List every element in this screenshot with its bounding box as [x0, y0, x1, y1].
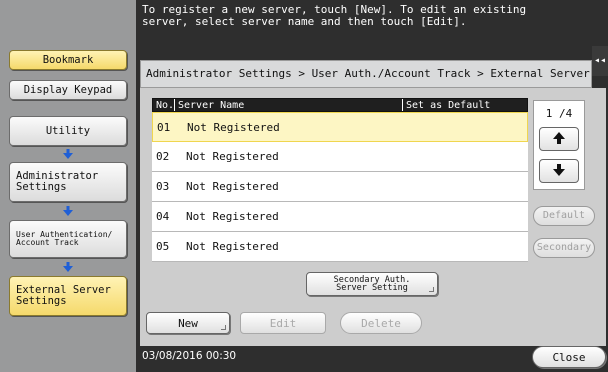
edit-button[interactable]: Edit [240, 312, 326, 334]
row-number: 02 [156, 150, 170, 163]
delete-label: Delete [361, 316, 401, 330]
secondary-auth-label: Secondary Auth. Server Setting [333, 275, 411, 293]
edit-label: Edit [269, 316, 297, 330]
column-header-server-name: Server Name [175, 99, 403, 111]
user-authentication-button[interactable]: User Authentication/ Account Track [9, 220, 127, 258]
breadcrumb: Administrator Settings > User Auth./Acco… [140, 60, 592, 88]
row-number: 03 [156, 180, 170, 193]
corner-mark-icon [221, 325, 226, 330]
arrow-down-icon [552, 162, 566, 181]
instruction-message: To register a new server, touch [New]. T… [142, 3, 527, 28]
table-row[interactable]: 05 Not Registered [152, 232, 528, 262]
arrow-up-icon [552, 130, 566, 149]
row-server-name: Not Registered [186, 150, 279, 163]
external-server-settings-button[interactable]: External Server Settings [9, 276, 127, 316]
screen: Bookmark Display Keypad Utility Administ… [0, 0, 608, 372]
table-header: No. Server Name Set as Default [152, 98, 528, 112]
row-server-name: Not Registered [186, 210, 279, 223]
arrow-down-icon [63, 149, 73, 159]
row-number: 05 [156, 240, 170, 253]
table-row[interactable]: 04 Not Registered [152, 202, 528, 232]
table-row[interactable]: 03 Not Registered [152, 172, 528, 202]
column-header-set-as-default: Set as Default [406, 100, 491, 111]
table-row[interactable]: 01 Not Registered [152, 112, 528, 142]
column-header-no: No. [153, 99, 175, 111]
administrator-settings-button[interactable]: Administrator Settings [9, 162, 127, 202]
page-indicator: 1 /4 [545, 107, 573, 120]
display-keypad-button[interactable]: Display Keypad [9, 80, 127, 100]
new-button[interactable]: New [146, 312, 230, 334]
double-chevron-left-icon[interactable]: ◂◂ [592, 46, 608, 76]
close-button[interactable]: Close [532, 346, 606, 368]
page-down-button[interactable] [539, 159, 579, 183]
delete-button[interactable]: Delete [340, 312, 422, 334]
close-label: Close [552, 350, 586, 364]
utility-button[interactable]: Utility [9, 116, 127, 146]
server-table: No. Server Name Set as Default 01 Not Re… [152, 98, 528, 262]
default-button[interactable]: Default [533, 206, 595, 226]
datetime: 03/08/2016 00:30 [142, 350, 237, 362]
row-number: 04 [156, 210, 170, 223]
pager: 1 /4 [533, 100, 585, 190]
arrow-down-icon [63, 206, 73, 216]
secondary-button[interactable]: Secondary [533, 238, 595, 258]
new-label: New [178, 316, 198, 330]
row-number: 01 [157, 120, 171, 134]
bookmark-button[interactable]: Bookmark [9, 50, 127, 70]
table-row[interactable]: 02 Not Registered [152, 142, 528, 172]
secondary-auth-server-setting-button[interactable]: Secondary Auth. Server Setting [306, 272, 438, 296]
corner-mark-icon [429, 287, 434, 292]
arrow-down-icon [63, 262, 73, 272]
row-server-name: Not Registered [187, 120, 280, 134]
row-server-name: Not Registered [186, 240, 279, 253]
page-up-button[interactable] [539, 127, 579, 151]
row-server-name: Not Registered [186, 180, 279, 193]
